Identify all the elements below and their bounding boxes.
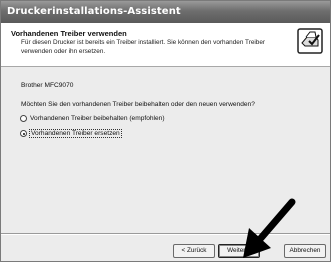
wizard-header: Vorhandenen Treiber verwenden Für diesen… [1,23,330,67]
radio-label: Vorhandenen Treiber ersetzen [29,129,122,138]
window-title: Druckerinstallations-Assistent [1,1,330,23]
header-description: Für diesen Drucker ist bereits ein Treib… [21,39,266,55]
back-button[interactable]: < Zurück [173,244,215,258]
radio-button[interactable] [20,115,27,122]
wizard-window: Druckerinstallations-Assistent Vorhanden… [0,0,331,262]
radio-replace-driver[interactable]: Vorhandenen Treiber ersetzen [20,129,122,138]
pointing-arrow-icon [243,198,296,258]
radio-keep-driver[interactable]: Vorhandenen Treiber beibehalten (empfohl… [20,115,165,122]
radio-button[interactable] [20,130,27,137]
radio-label: Vorhandenen Treiber beibehalten (empfohl… [30,115,165,122]
printer-check-icon [297,28,323,54]
driver-name: Brother MFC9070 [21,82,74,89]
question-text: Möchten Sie den vorhandenen Treiber beib… [21,101,255,108]
header-title: Vorhandenen Treiber verwenden [11,29,127,38]
